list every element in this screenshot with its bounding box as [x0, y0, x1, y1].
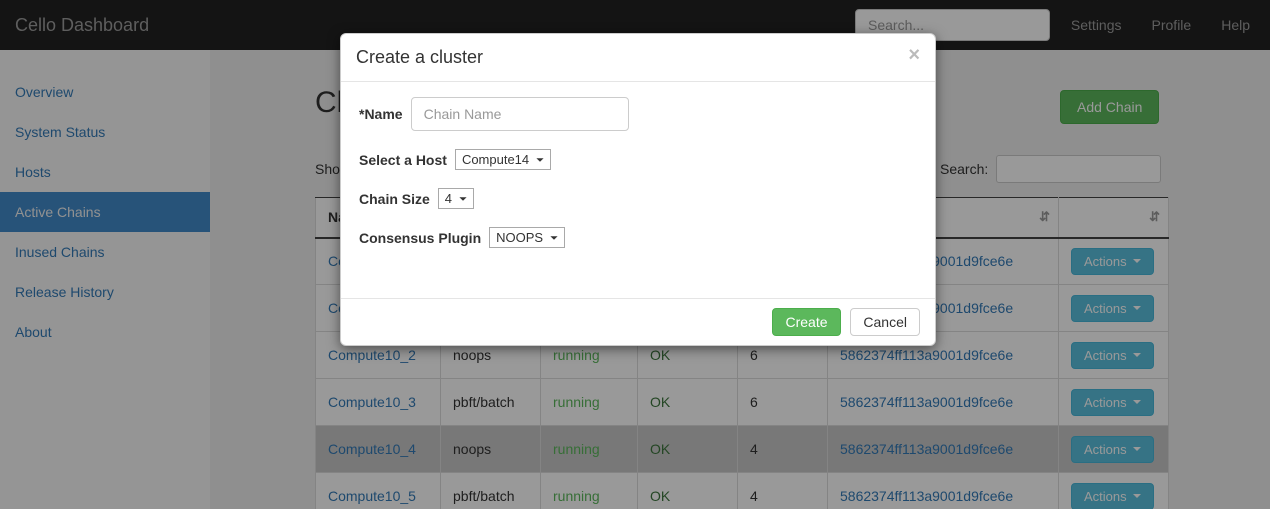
modal-title: Create a cluster [356, 47, 483, 67]
modal-footer: Create Cancel [341, 298, 935, 345]
size-field-label: Chain Size [359, 191, 430, 207]
close-icon[interactable]: × [908, 45, 920, 65]
name-field-label: *Name [359, 106, 403, 122]
plugin-field-label: Consensus Plugin [359, 230, 481, 246]
chain-name-input[interactable] [411, 97, 629, 131]
consensus-plugin-select[interactable]: NOOPS [489, 227, 565, 248]
caret-down-icon [459, 197, 466, 201]
chain-size-select[interactable]: 4 [438, 188, 474, 209]
cancel-button[interactable]: Cancel [850, 308, 920, 336]
name-field-row: *Name [359, 97, 917, 131]
host-select[interactable]: Compute14 [455, 149, 551, 170]
caret-down-icon [550, 236, 557, 240]
modal-body: *Name Select a Host Compute14 Chain Size… [341, 82, 935, 298]
create-button[interactable]: Create [772, 308, 840, 336]
plugin-field-row: Consensus Plugin NOOPS [359, 227, 917, 248]
app-root: Cello Dashboard Settings Profile Help Ov… [0, 0, 1270, 509]
create-cluster-modal: Create a cluster × *Name Select a Host C… [340, 33, 936, 346]
host-field-label: Select a Host [359, 152, 447, 168]
modal-header: Create a cluster × [341, 34, 935, 82]
host-field-row: Select a Host Compute14 [359, 149, 917, 170]
size-field-row: Chain Size 4 [359, 188, 917, 209]
caret-down-icon [537, 158, 544, 162]
